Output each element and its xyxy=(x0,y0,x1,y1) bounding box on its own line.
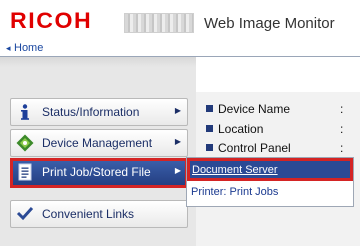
menu-label: Device Management xyxy=(42,136,153,150)
bullet-icon xyxy=(206,144,213,151)
chevron-right-icon: ▶ xyxy=(174,166,181,175)
app-title: Web Image Monitor xyxy=(204,15,335,32)
info-separator: : xyxy=(340,122,344,136)
submenu-document-server[interactable]: Document Server xyxy=(187,158,353,181)
menu-convenient-links[interactable]: Convenient Links xyxy=(10,200,188,228)
menu-device-management[interactable]: Device Management ▶ xyxy=(10,129,188,157)
bullet-icon xyxy=(206,105,213,112)
menu-print-job-stored-file[interactable]: Print Job/Stored File ▶ xyxy=(10,158,188,188)
menu-status-information[interactable]: Status/Information ▶ xyxy=(10,98,188,126)
info-icon xyxy=(16,103,34,121)
back-arrow-icon: ◂ xyxy=(6,43,11,53)
device-management-icon xyxy=(16,134,34,152)
info-label: Control Panel xyxy=(218,141,291,155)
breadcrumb: ◂ Home xyxy=(0,42,360,56)
menu-label: Print Job/Stored File xyxy=(42,165,151,179)
print-job-submenu: Document Server Printer: Print Jobs xyxy=(186,157,354,207)
link-check-icon xyxy=(16,205,34,223)
submenu-label: Document Server xyxy=(192,164,278,176)
info-row-location: Location : xyxy=(204,122,354,136)
info-label: Location xyxy=(218,122,264,136)
bullet-icon xyxy=(206,125,213,132)
menu-label: Status/Information xyxy=(42,105,140,119)
chevron-right-icon: ▶ xyxy=(174,137,181,146)
chevron-right-icon: ▶ xyxy=(174,106,181,115)
info-label: Device Name xyxy=(218,102,291,116)
info-row-device-name: Device Name : xyxy=(204,102,354,116)
info-row-control-panel: Control Panel : xyxy=(204,141,354,155)
submenu-printer-print-jobs[interactable]: Printer: Print Jobs xyxy=(191,186,278,198)
home-link[interactable]: Home xyxy=(14,42,43,54)
info-separator: : xyxy=(340,141,344,155)
left-nav-shade xyxy=(0,57,196,67)
document-icon xyxy=(16,163,34,181)
header: RICOH Web Image Monitor xyxy=(0,0,360,44)
model-name-redacted xyxy=(124,13,194,33)
menu-label: Convenient Links xyxy=(42,207,135,221)
brand-logo: RICOH xyxy=(10,8,93,33)
info-separator: : xyxy=(340,102,344,116)
